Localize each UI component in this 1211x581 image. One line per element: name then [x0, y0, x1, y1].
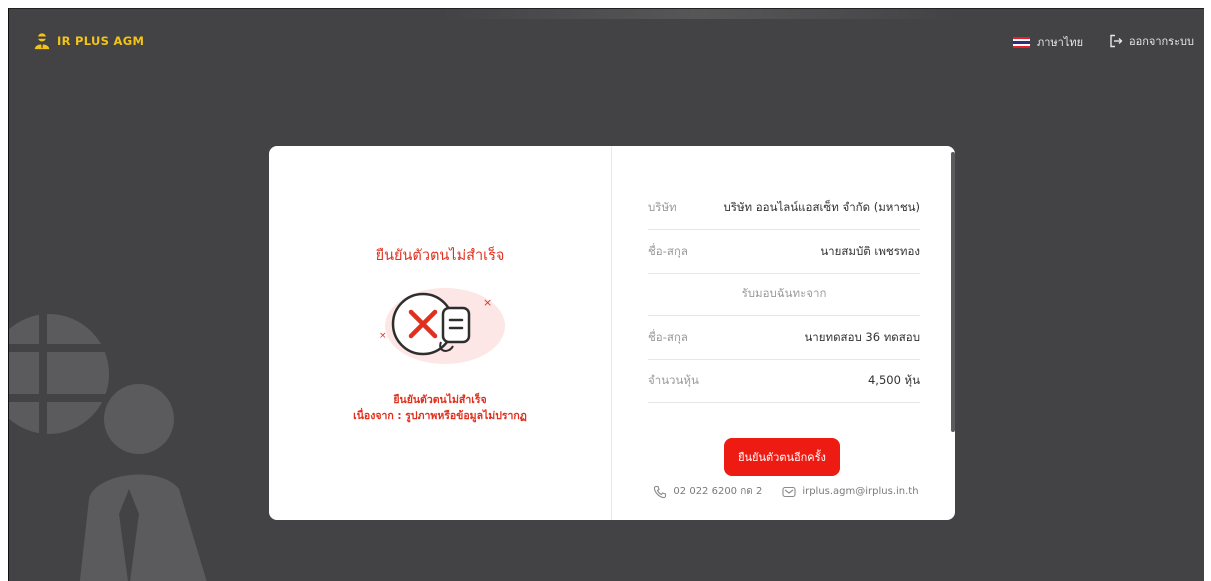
- logout-label: ออกจากระบบ: [1129, 35, 1194, 48]
- top-sheen: [439, 9, 959, 19]
- phone-icon: [654, 485, 667, 498]
- company-row: บริษัท บริษัท ออนไลน์แอสเซ็ท จำกัด (มหาช…: [648, 186, 920, 230]
- proxy-from-label: รับมอบฉันทะจาก: [741, 285, 827, 300]
- email-icon: [782, 486, 796, 497]
- shares-row: จำนวนหุ้น 4,500 หุ้น: [648, 359, 920, 403]
- proxy-name-row: ชื่อ-สกุล นายทดสอบ 36 ทดสอบ: [648, 316, 920, 360]
- company-label: บริษัท: [648, 199, 677, 214]
- failure-title: ยืนยันตัวตนไม่สำเร็จ: [375, 248, 505, 264]
- result-panel: ยืนยันตัวตนไม่สำเร็จ × × ยืนยันตัวตนไม่ส…: [269, 146, 611, 520]
- proxy-name-value: นายทดสอบ 36 ทดสอบ: [804, 329, 920, 344]
- shares-value: 4,500 หุ้น: [867, 372, 920, 387]
- details-panel: บริษัท บริษัท ออนไลน์แอสเซ็ท จำกัด (มหาช…: [612, 146, 955, 520]
- company-value: บริษัท ออนไลน์แอสเซ็ท จำกัด (มหาชน): [723, 199, 920, 214]
- proxy-name-label: ชื่อ-สกุล: [648, 329, 688, 344]
- mascot-icon: [34, 33, 50, 50]
- logout-icon: [1110, 34, 1123, 48]
- name-label: ชื่อ-สกุล: [648, 243, 688, 258]
- language-switch[interactable]: ภาษาไทย: [1013, 33, 1083, 51]
- app-screen: IR PLUS AGM ภาษาไทย ออกจากระบบ ยืนยันตัว…: [8, 8, 1204, 581]
- logout-button[interactable]: ออกจากระบบ: [1109, 32, 1194, 50]
- app-logo[interactable]: IR PLUS AGM: [33, 32, 144, 50]
- failure-message: ยืนยันตัวตนไม่สำเร็จ: [393, 394, 487, 406]
- logo-text: IR PLUS AGM: [57, 34, 145, 48]
- svg-text:×: ×: [379, 331, 387, 341]
- email-address[interactable]: irplus.agm@irplus.in.th: [802, 486, 918, 497]
- name-value: นายสมบัติ เพชรทอง: [820, 243, 920, 258]
- card-scrollbar[interactable]: [951, 152, 955, 432]
- verification-card: ยืนยันตัวตนไม่สำเร็จ × × ยืนยันตัวตนไม่ส…: [269, 146, 955, 520]
- proxy-from-row: รับมอบฉันทะจาก: [648, 272, 920, 316]
- retry-verification-button[interactable]: ยืนยันตัวตนอีกครั้ง: [724, 438, 840, 476]
- svg-text:×: ×: [483, 296, 492, 309]
- contact-info: 02 022 6200 กด 2 irplus.agm@irplus.in.th: [646, 484, 926, 499]
- failed-document-icon: × ×: [379, 288, 505, 364]
- background-globe-businessman-graphic: [9, 314, 207, 581]
- shares-label: จำนวนหุ้น: [648, 372, 699, 387]
- language-label: ภาษาไทย: [1037, 36, 1084, 49]
- thai-flag-icon: [1013, 36, 1030, 48]
- name-row: ชื่อ-สกุล นายสมบัติ เพชรทอง: [648, 230, 920, 274]
- phone-number[interactable]: 02 022 6200 กด 2: [673, 484, 762, 499]
- failure-reason: เนื่องจาก : รูปภาพหรือข้อมูลไม่ปรากฏ: [353, 410, 527, 422]
